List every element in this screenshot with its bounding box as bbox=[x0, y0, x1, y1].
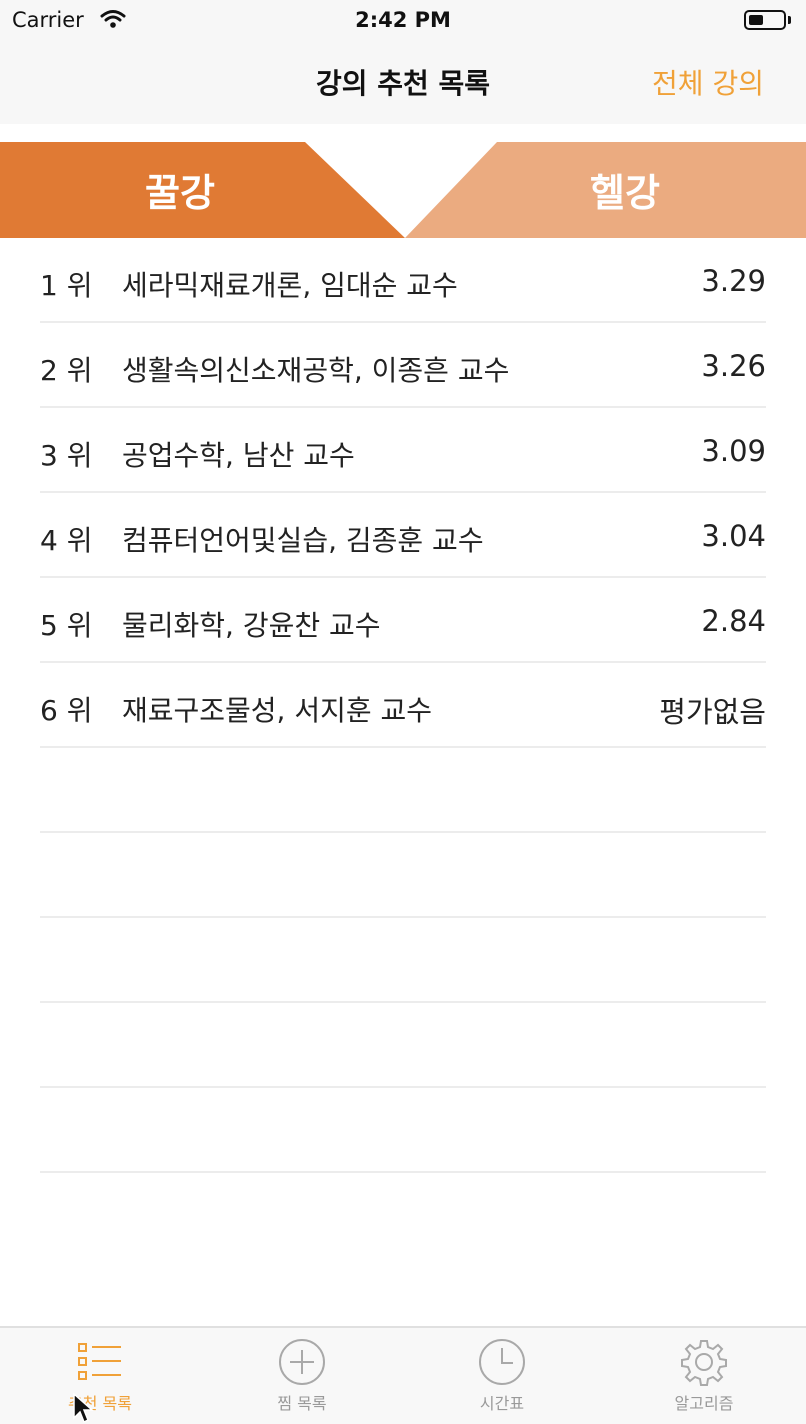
course-title: 생활속의신소재공학, 이종흔 교수 bbox=[122, 354, 510, 387]
tab-label: 찜 목록 bbox=[277, 1394, 327, 1413]
course-title: 물리화학, 강윤찬 교수 bbox=[122, 609, 381, 642]
status-time: 2:42 PM bbox=[355, 8, 451, 32]
all-courses-button[interactable]: 전체 강의 bbox=[652, 62, 764, 102]
empty-row bbox=[40, 1003, 766, 1088]
rank-label: 5 위 bbox=[40, 609, 93, 642]
tab-label: 시간표 bbox=[479, 1394, 525, 1413]
tab-label: 알고리즘 bbox=[674, 1394, 734, 1413]
course-score: 2.84 bbox=[701, 604, 766, 638]
rank-label: 3 위 bbox=[40, 439, 93, 472]
course-title: 재료구조물성, 서지훈 교수 bbox=[122, 694, 433, 727]
course-score: 평가없음 bbox=[659, 695, 766, 729]
segment-bad-courses[interactable]: 헬강 bbox=[545, 162, 705, 217]
tab-label: 추천 목록 bbox=[68, 1394, 132, 1413]
course-title: 공업수학, 남산 교수 bbox=[122, 439, 355, 472]
list-item[interactable]: 3 위 공업수학, 남산 교수 3.09 bbox=[40, 408, 766, 493]
mouse-pointer-icon bbox=[73, 1392, 94, 1424]
navigation-bar: 강의 추천 목록 전체 강의 bbox=[0, 40, 806, 124]
empty-row bbox=[40, 833, 766, 918]
course-score: 3.26 bbox=[701, 349, 766, 383]
gear-icon bbox=[681, 1340, 727, 1386]
rank-label: 1 위 bbox=[40, 269, 93, 302]
plus-circle-icon bbox=[279, 1339, 325, 1385]
empty-row bbox=[40, 748, 766, 833]
clock-icon bbox=[479, 1339, 525, 1385]
list-item[interactable]: 4 위 컴퓨터언어및실습, 김종훈 교수 3.04 bbox=[40, 493, 766, 578]
segmented-control: 꿀강 헬강 bbox=[0, 142, 806, 238]
tab-timetable[interactable]: 시간표 bbox=[402, 1338, 602, 1424]
course-title: 컴퓨터언어및실습, 김종훈 교수 bbox=[122, 524, 484, 557]
status-bar: Carrier 2:42 PM bbox=[0, 0, 806, 40]
tab-wishlist[interactable]: 찜 목록 bbox=[202, 1338, 402, 1424]
course-list: 1 위 세라믹재료개론, 임대순 교수 3.29 2 위 생활속의신소재공학, … bbox=[0, 238, 806, 1173]
list-item[interactable]: 1 위 세라믹재료개론, 임대순 교수 3.29 bbox=[40, 238, 766, 323]
list-item[interactable]: 6 위 재료구조물성, 서지훈 교수 평가없음 bbox=[40, 663, 766, 748]
segment-good-courses[interactable]: 꿀강 bbox=[100, 162, 260, 217]
list-item[interactable]: 2 위 생활속의신소재공학, 이종흔 교수 3.26 bbox=[40, 323, 766, 408]
course-score: 3.09 bbox=[701, 434, 766, 468]
rank-label: 6 위 bbox=[40, 694, 93, 727]
list-item[interactable]: 5 위 물리화학, 강윤찬 교수 2.84 bbox=[40, 578, 766, 663]
course-title: 세라믹재료개론, 임대순 교수 bbox=[122, 269, 458, 302]
empty-row bbox=[40, 1088, 766, 1173]
empty-row bbox=[40, 918, 766, 1003]
course-score: 3.04 bbox=[701, 519, 766, 553]
list-icon bbox=[78, 1343, 121, 1380]
tab-algorithm[interactable]: 알고리즘 bbox=[604, 1338, 804, 1424]
battery-tip bbox=[788, 16, 791, 24]
course-score: 3.29 bbox=[701, 264, 766, 298]
rank-label: 2 위 bbox=[40, 354, 93, 387]
tab-recommend-list[interactable]: 추천 목록 bbox=[0, 1338, 200, 1424]
tab-bar: 추천 목록 찜 목록 시간표 알고리즘 bbox=[0, 1326, 806, 1424]
battery-icon bbox=[744, 10, 786, 30]
rank-label: 4 위 bbox=[40, 524, 93, 557]
